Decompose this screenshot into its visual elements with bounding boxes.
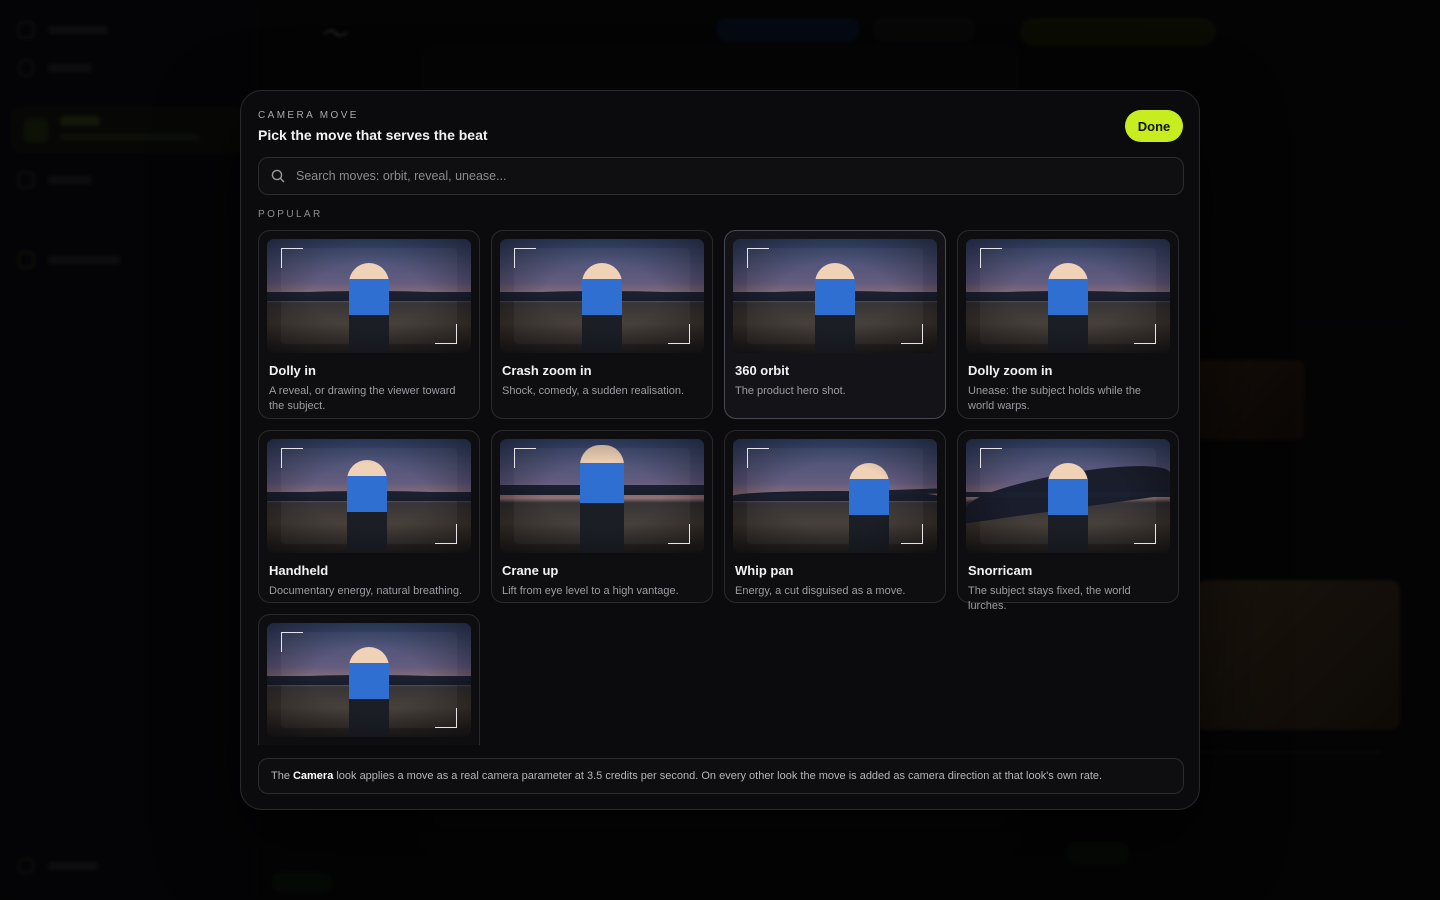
move-description: The product hero shot. (735, 385, 846, 397)
search-input[interactable] (285, 158, 1183, 194)
move-title: Whip pan (735, 563, 794, 578)
move-card-dolly-zoom-in[interactable]: Dolly zoom in Unease: the subject holds … (957, 230, 1179, 419)
move-description: Shock, comedy, a sudden realisation. (502, 385, 685, 397)
move-preview (966, 439, 1170, 553)
moves-grid: Dolly in A reveal, or drawing the viewer… (258, 230, 1184, 745)
move-card-partial[interactable] (258, 614, 480, 745)
note-highlight: Camera (292, 770, 334, 782)
done-button[interactable]: Done (1125, 110, 1183, 142)
move-title: Handheld (269, 563, 329, 578)
move-title: Snorricam (968, 563, 1033, 578)
frame-corner-icon (1134, 324, 1156, 344)
frame-corner-icon (747, 448, 769, 468)
move-card-handheld[interactable]: Handheld Documentary energy, natural bre… (258, 430, 480, 603)
frame-corner-icon (747, 248, 769, 268)
move-preview (733, 239, 937, 353)
move-card-snorricam[interactable]: Snorricam The subject stays fixed, the w… (957, 430, 1179, 612)
move-description: Lift from eye level to a high vantage. (502, 585, 679, 597)
move-description: A reveal, or drawing the viewer toward t… (269, 385, 456, 412)
frame-corner-icon (514, 248, 536, 268)
move-title: Dolly in (269, 363, 316, 378)
frame-corner-icon (980, 448, 1002, 468)
camera-pricing-note: The Camera look applies a move as a real… (258, 758, 1184, 794)
move-card-dolly-in[interactable]: Dolly in A reveal, or drawing the viewer… (258, 230, 480, 419)
frame-corner-icon (435, 324, 457, 344)
frame-corner-icon (435, 524, 457, 544)
move-preview (966, 239, 1170, 353)
frame-corner-icon (901, 524, 923, 544)
move-card-360-orbit[interactable]: 360 orbit The product hero shot. (724, 230, 946, 419)
move-preview (500, 239, 704, 353)
modal-title: Pick the move that serves the beat (258, 127, 488, 143)
frame-corner-icon (901, 324, 923, 344)
move-description: Documentary energy, natural breathing. (269, 585, 463, 597)
moves-scroll-area[interactable]: Dolly in A reveal, or drawing the viewer… (258, 230, 1184, 745)
search-box[interactable] (258, 157, 1184, 195)
frame-corner-icon (668, 324, 690, 344)
move-preview (267, 623, 471, 737)
camera-move-modal: CAMERA MOVE Pick the move that serves th… (240, 90, 1200, 810)
frame-corner-icon (281, 448, 303, 468)
frame-corner-icon (1134, 524, 1156, 544)
search-icon (271, 169, 285, 183)
frame-corner-icon (281, 248, 303, 268)
move-preview (500, 439, 704, 553)
move-title: 360 orbit (735, 363, 790, 378)
note-prefix: The (271, 770, 290, 782)
move-description: Unease: the subject holds while the worl… (968, 385, 1142, 412)
move-title: Dolly zoom in (968, 363, 1053, 378)
move-title: Crash zoom in (502, 363, 592, 378)
frame-corner-icon (281, 632, 303, 652)
move-preview (267, 239, 471, 353)
modal-eyebrow: CAMERA MOVE (258, 110, 359, 121)
move-title: Crane up (502, 563, 559, 578)
move-preview (267, 439, 471, 553)
move-card-crash-zoom-in[interactable]: Crash zoom in Shock, comedy, a sudden re… (491, 230, 713, 419)
frame-corner-icon (668, 524, 690, 544)
move-preview (733, 439, 937, 553)
move-card-crane-up[interactable]: Crane up Lift from eye level to a high v… (491, 430, 713, 603)
move-card-whip-pan[interactable]: Whip pan Energy, a cut disguised as a mo… (724, 430, 946, 603)
move-description: Energy, a cut disguised as a move. (735, 585, 906, 597)
frame-corner-icon (514, 448, 536, 468)
frame-corner-icon (435, 708, 457, 728)
section-label-popular: POPULAR (258, 209, 323, 220)
frame-corner-icon (980, 248, 1002, 268)
move-description: The subject stays fixed, the world lurch… (968, 585, 1131, 612)
note-suffix: look applies a move as a real camera par… (336, 770, 1103, 782)
